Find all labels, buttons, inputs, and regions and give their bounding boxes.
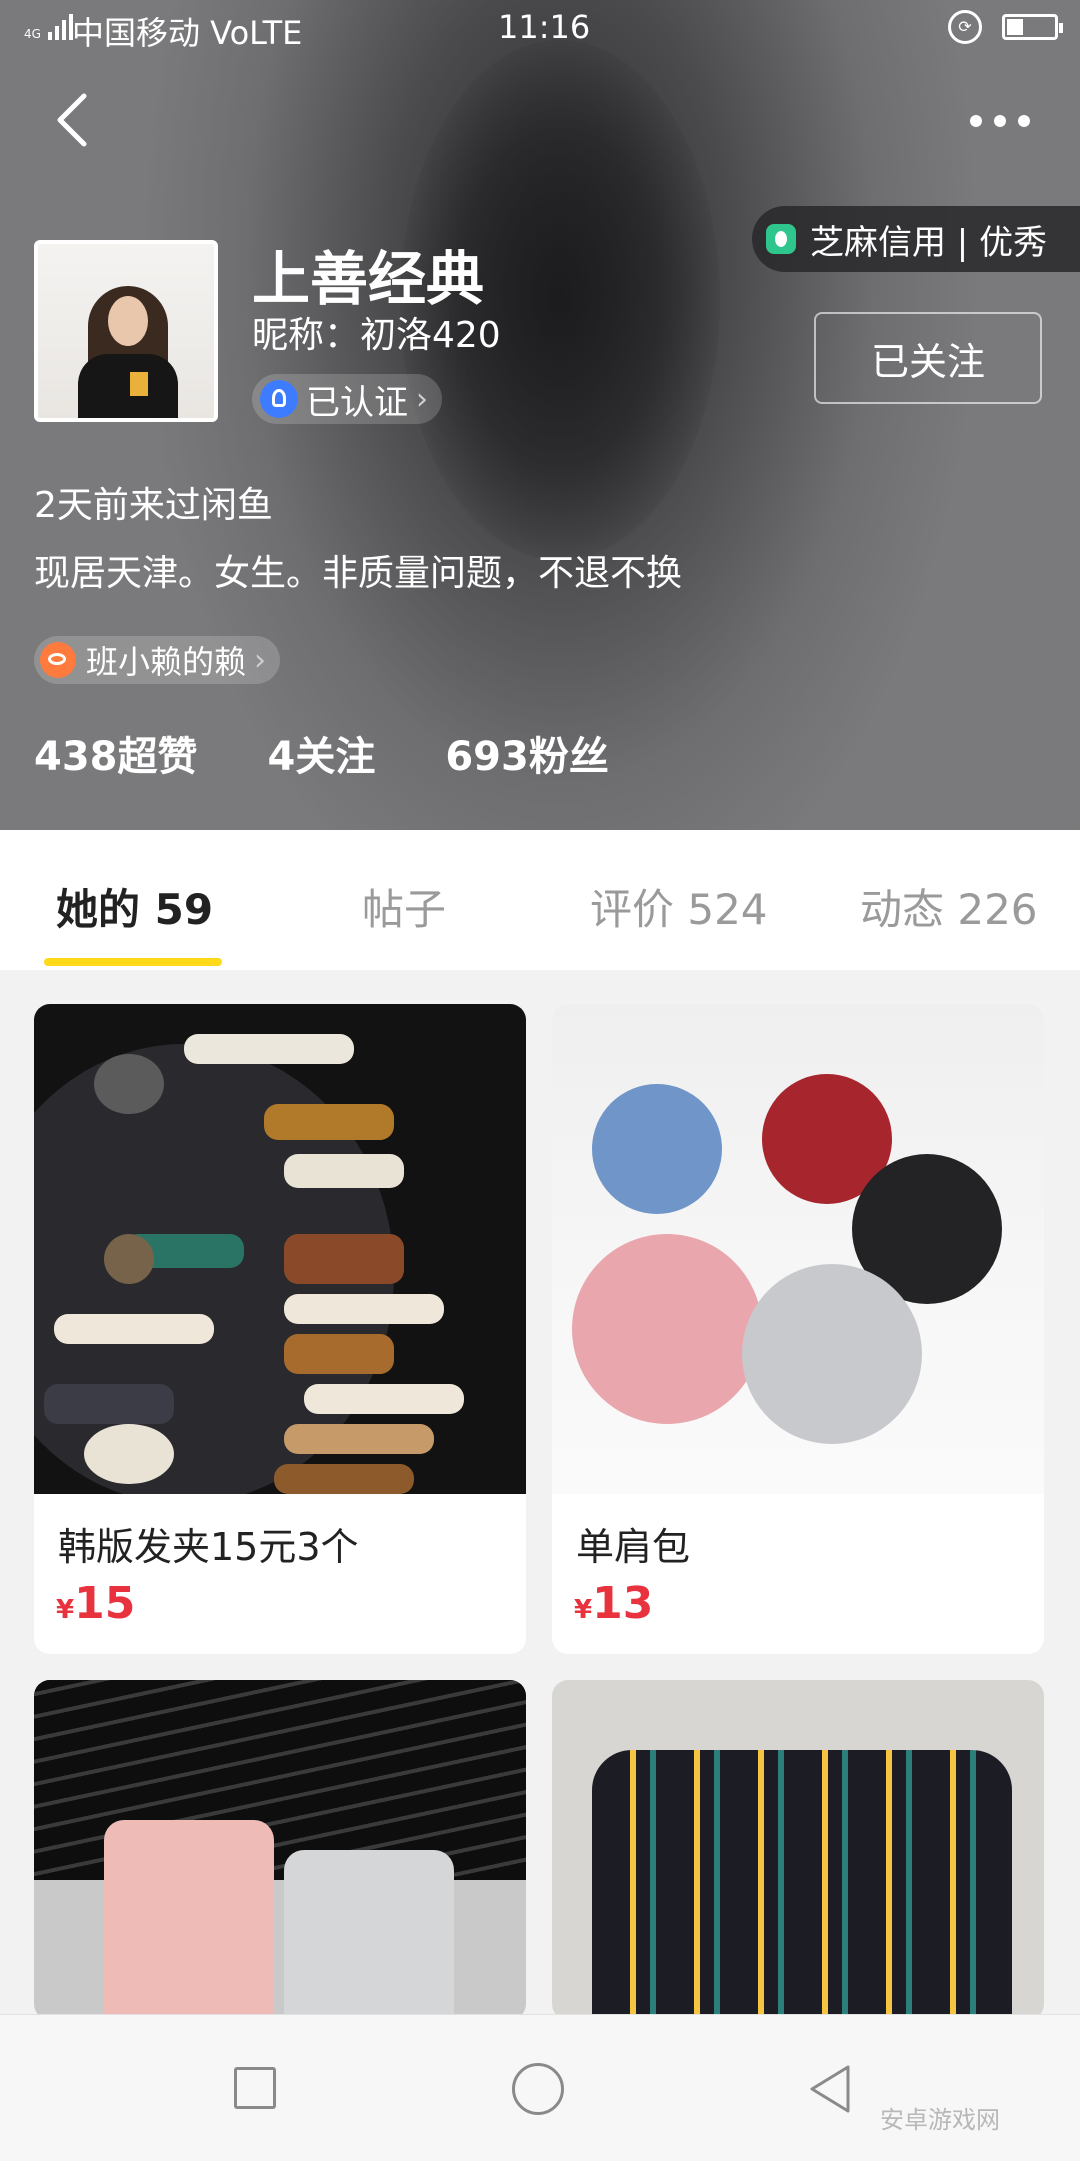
item-image [552,1004,1044,1494]
verified-badge[interactable]: 已认证 › [252,374,442,424]
tab-posts[interactable]: 帖子 [362,876,446,937]
sesame-credit-badge[interactable]: 芝麻信用 | 优秀 [752,206,1080,272]
dot-icon [994,115,1006,127]
more-options-button[interactable] [970,108,1040,134]
battery-icon [1002,14,1063,40]
chevron-right-icon: › [416,381,428,417]
dot-icon [1018,115,1030,127]
avatar[interactable] [34,240,218,422]
weibo-label: 班小赖的赖 [86,643,247,681]
item-image [552,1680,1044,2020]
system-navigation-bar [0,2014,1080,2161]
sesame-credit-icon [766,224,796,254]
stat-following[interactable]: 4关注 [268,724,376,782]
tab-activity[interactable]: 动态 226 [860,876,1038,937]
tab-reviews[interactable]: 评价 524 [590,876,768,937]
back-triangle-button[interactable] [806,2063,854,2115]
tab-items[interactable]: 她的 59 [56,876,213,937]
weibo-link[interactable]: 班小赖的赖 › [34,636,281,684]
nickname: 昵称：初洛420 [252,315,501,356]
clock: 11:16 [498,8,591,46]
item-image [34,1004,526,1494]
item-title: 单肩包 [576,1525,691,1569]
shop-name: 上善经典 [252,245,485,313]
status-bar: 4G 中国移动 VoLTE 11:16 ⟳ [0,0,1080,56]
weibo-icon [40,642,76,678]
active-tab-indicator [44,958,222,966]
item-card[interactable]: 韩版发夹15元3个 ¥15 [34,1004,526,1654]
chevron-left-icon [57,93,87,147]
rotation-lock-icon: ⟳ [948,10,982,44]
dot-icon [970,115,982,127]
follow-button[interactable]: 已关注 [814,312,1042,404]
last-visit-text: 2天前来过闲鱼 [34,485,273,526]
carrier-label: 中国移动 VoLTE [72,14,303,52]
credit-label: 芝麻信用 | 优秀 [810,222,1048,263]
item-card[interactable] [552,1680,1044,2020]
stat-followers[interactable]: 693粉丝 [445,724,609,782]
item-title: 韩版发夹15元3个 [58,1525,359,1569]
verified-icon [260,380,298,418]
back-button[interactable] [50,90,100,150]
item-card[interactable]: 单肩包 ¥13 [552,1004,1044,1654]
item-price: ¥15 [56,1578,136,1629]
profile-header: 4G 中国移动 VoLTE 11:16 ⟳ 芝麻信用 | 优秀 上善经典 昵称：… [0,0,1080,830]
watermark-logo: 安卓游戏网 [880,2106,1000,2134]
signal-icon: 4G [24,14,73,40]
verified-label: 已认证 [306,382,408,423]
item-image [34,1680,526,2020]
item-price: ¥13 [574,1578,654,1629]
item-card[interactable] [34,1680,526,2020]
recent-apps-button[interactable] [234,2067,276,2109]
stat-likes[interactable]: 438超赞 [34,724,198,782]
chevron-right-icon: › [254,642,267,678]
home-button[interactable] [512,2063,564,2115]
profile-stats: 438超赞 4关注 693粉丝 [34,724,679,782]
bio-text: 现居天津。女生。非质量问题，不退不换 [34,553,683,594]
profile-tabs: 她的 59 帖子 评价 524 动态 226 [0,830,1080,970]
